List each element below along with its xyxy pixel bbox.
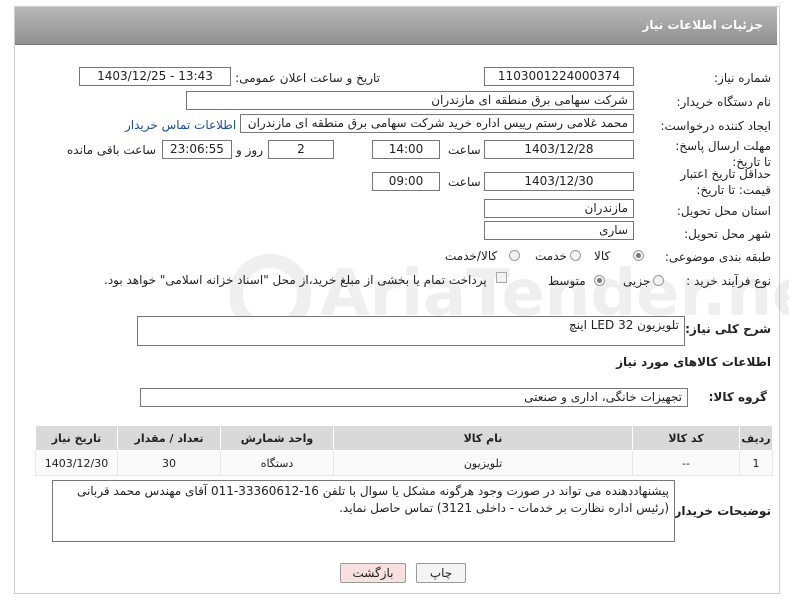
col-name-header: نام کالا	[333, 425, 633, 451]
cell-unit: دستگاه	[220, 450, 334, 476]
buyer-field: شرکت سهامی برق منطقه ای مازندران	[186, 91, 634, 110]
col-date-header: تاریخ نیاز	[35, 425, 118, 451]
payment-note: پرداخت تمام یا بخشی از مبلغ خرید،از محل …	[104, 273, 487, 287]
province-label: استان محل تحویل:	[676, 204, 771, 218]
city-label: شهر محل تحویل:	[684, 227, 771, 241]
category-radio-goods-service[interactable]	[509, 250, 520, 261]
days-field: 2	[268, 140, 334, 159]
page-header: جزئیات اطلاعات نیاز	[15, 7, 777, 45]
validity-date-field: 1403/12/30	[484, 172, 634, 191]
validity-label: حداقل تاریخ اعتبار قیمت: تا تاریخ:	[680, 167, 771, 197]
category-radio-goods[interactable]	[633, 250, 644, 261]
table-header-row: ردیف کد کالا نام کالا واحد شمارش تعداد /…	[35, 425, 773, 451]
announce-field: 1403/12/25 - 13:43	[79, 67, 231, 86]
goods-group-field: تجهیزات خانگی، اداری و صنعتی	[140, 388, 688, 407]
process-radio-medium[interactable]	[594, 275, 605, 286]
treasury-checkbox[interactable]	[496, 272, 507, 283]
col-qty-header: تعداد / مقدار	[117, 425, 221, 451]
deadline-time-label: ساعت	[448, 143, 481, 157]
need-number-label: شماره نیاز:	[714, 71, 771, 85]
process-radio-small[interactable]	[653, 275, 664, 286]
buyer-notes-field: پیشنهاددهنده می تواند در صورت وجود هرگون…	[52, 480, 675, 542]
announce-label: تاریخ و ساعت اعلان عمومی:	[235, 71, 380, 85]
col-code-header: کد کالا	[632, 425, 740, 451]
col-row-header: ردیف	[739, 425, 773, 451]
creator-field: محمد غلامی رستم رییس اداره خرید شرکت سها…	[240, 114, 634, 133]
goods-info-title: اطلاعات کالاهای مورد نیاز	[616, 355, 771, 369]
items-table: ردیف کد کالا نام کالا واحد شمارش تعداد /…	[35, 425, 773, 476]
creator-label: ایجاد کننده درخواست:	[660, 119, 771, 133]
buyer-label: نام دستگاه خریدار:	[676, 95, 772, 109]
page-title: جزئیات اطلاعات نیاز	[642, 18, 763, 32]
category-label: طبقه بندی موضوعی:	[664, 250, 771, 264]
print-button[interactable]: چاپ	[416, 563, 466, 583]
cell-row: 1	[739, 450, 773, 476]
cell-name: تلویزیون	[333, 450, 633, 476]
process-medium-label: متوسط	[548, 274, 586, 288]
city-field: ساری	[484, 221, 634, 240]
description-field: تلویزیون 32 LED اینچ	[137, 316, 685, 346]
category-radio-service[interactable]	[570, 250, 581, 261]
province-field: مازندران	[484, 199, 634, 218]
deadline-date-field: 1403/12/28	[484, 140, 634, 159]
category-goods-service-label: کالا/خدمت	[445, 249, 498, 263]
back-button[interactable]: بازگشت	[340, 563, 406, 583]
table-row: 1 -- تلویزیون دستگاه 30 1403/12/30	[35, 450, 773, 476]
need-number-field: 1103001224000374	[484, 67, 634, 86]
cell-code: --	[632, 450, 740, 476]
cell-qty: 30	[117, 450, 221, 476]
buyer-contact-link[interactable]: اطلاعات تماس خریدار	[125, 118, 236, 132]
category-goods-label: کالا	[594, 249, 611, 263]
deadline-time-field: 14:00	[372, 140, 440, 159]
validity-time-field: 09:00	[372, 172, 440, 191]
remaining-time-field: 23:06:55	[162, 140, 232, 159]
col-unit-header: واحد شمارش	[220, 425, 334, 451]
goods-group-label: گروه کالا:	[708, 390, 767, 404]
days-label: روز و	[236, 143, 263, 157]
category-service-label: خدمت	[535, 249, 567, 263]
process-small-label: جزیی	[623, 274, 651, 288]
description-label: شرح کلی نیاز:	[685, 322, 771, 336]
cell-date: 1403/12/30	[35, 450, 118, 476]
buyer-notes-label: توضیحات خریدار:	[669, 504, 771, 518]
process-label: نوع فرآیند خرید :	[686, 274, 771, 288]
remaining-label: ساعت باقی مانده	[67, 143, 157, 157]
validity-time-label: ساعت	[448, 175, 481, 189]
